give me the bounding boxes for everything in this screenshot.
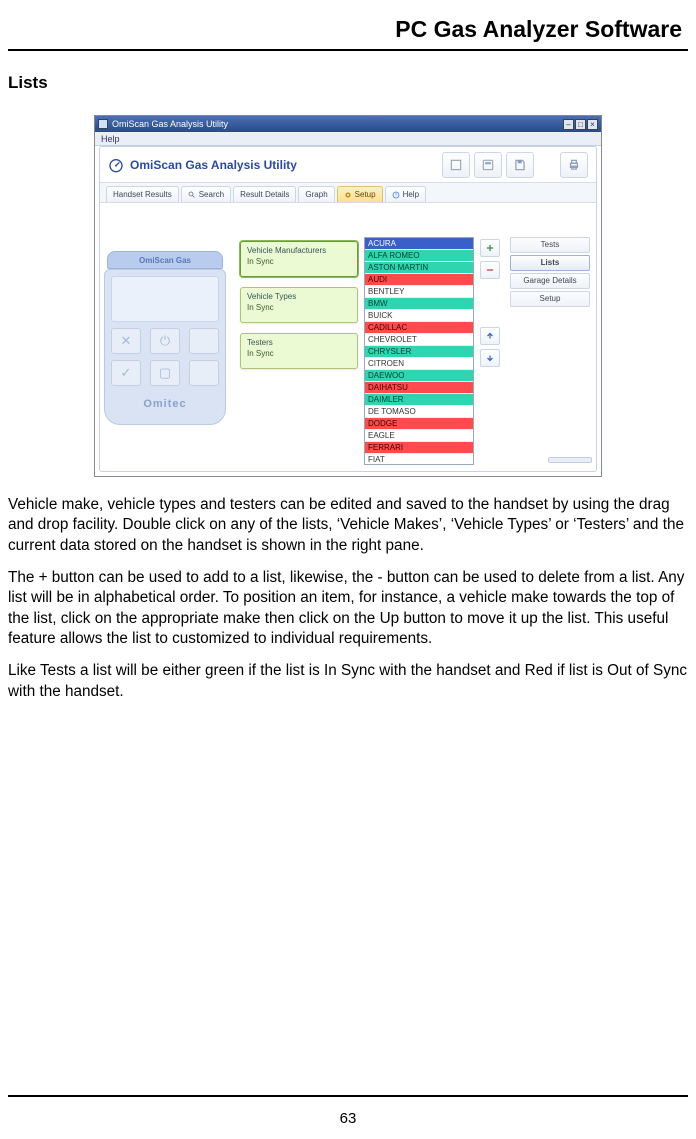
paragraph-1: Vehicle make, vehicle types and testers … — [8, 495, 688, 556]
section-heading: Lists — [8, 73, 688, 93]
card-title: Testers — [247, 338, 351, 347]
add-button[interactable] — [480, 239, 500, 257]
list-item[interactable]: CITROEN — [365, 358, 473, 370]
list-item[interactable]: DE TOMASO — [365, 406, 473, 418]
gauge-icon — [108, 157, 124, 173]
tab-graph[interactable]: Graph — [298, 186, 334, 202]
list-item[interactable]: BENTLEY — [365, 286, 473, 298]
app-window: OmiScan Gas Analysis Utility – □ × Help … — [94, 115, 602, 477]
page-number: 63 — [0, 1110, 696, 1127]
svg-text:?: ? — [394, 192, 397, 197]
list-item[interactable]: BUICK — [365, 310, 473, 322]
tab-bar: Handset Results Search Result Details Gr… — [100, 183, 596, 203]
side-tab-pane: Tests Lists Garage Details Setup — [510, 237, 590, 465]
list-item[interactable]: FIAT — [365, 454, 473, 465]
device-check-button: ✓ — [111, 360, 141, 386]
help-icon: ? — [392, 191, 400, 199]
tab-handset-results[interactable]: Handset Results — [106, 186, 179, 202]
window-titlebar: OmiScan Gas Analysis Utility – □ × — [95, 116, 601, 132]
paragraph-3: Like Tests a list will be either green i… — [8, 661, 688, 702]
category-pane: Vehicle Manufacturers In Sync Vehicle Ty… — [240, 237, 358, 465]
page-title: PC Gas Analyzer Software — [8, 12, 688, 43]
window-buttons: – □ × — [563, 119, 598, 130]
window-title: OmiScan Gas Analysis Utility — [112, 119, 563, 129]
card-status: In Sync — [247, 349, 351, 358]
content-area: OmiScan Gas ✕ ⏻ ✓ ▢ — [106, 237, 590, 465]
side-tab-setup[interactable]: Setup — [510, 291, 590, 307]
app-header-title: OmiScan Gas Analysis Utility — [130, 158, 438, 172]
side-tab-tests[interactable]: Tests — [510, 237, 590, 253]
list-item[interactable]: CADILLAC — [365, 322, 473, 334]
search-icon — [188, 191, 196, 199]
list-item[interactable]: EAGLE — [365, 430, 473, 442]
list-item[interactable]: ALFA ROMEO — [365, 250, 473, 262]
device-brand: Omitec — [111, 398, 219, 410]
screenshot-figure: OmiScan Gas Analysis Utility – □ × Help … — [94, 115, 602, 477]
tab-setup[interactable]: Setup — [337, 186, 383, 202]
paragraph-2: The + button can be used to add to a lis… — [8, 568, 688, 649]
side-tab-lists[interactable]: Lists — [510, 255, 590, 271]
card-status: In Sync — [247, 257, 351, 266]
divider-bottom — [8, 1095, 688, 1097]
device-blank-button-2 — [189, 360, 219, 386]
list-pane[interactable]: ACURA ALFA ROMEO ASTON MARTIN AUDI BENTL… — [364, 237, 474, 465]
save-button[interactable] — [506, 152, 534, 178]
card-vehicle-types[interactable]: Vehicle Types In Sync — [240, 287, 358, 323]
device-screen — [111, 276, 219, 322]
device-pane: OmiScan Gas ✕ ⏻ ✓ ▢ — [106, 237, 234, 465]
tab-help[interactable]: ?Help — [385, 186, 426, 202]
menu-bar: Help — [95, 132, 601, 146]
tab-result-details[interactable]: Result Details — [233, 186, 296, 202]
app-header: OmiScan Gas Analysis Utility — [100, 147, 596, 183]
card-vehicle-manufacturers[interactable]: Vehicle Manufacturers In Sync — [240, 241, 358, 277]
list-item[interactable]: DAEWOO — [365, 370, 473, 382]
device-blank-button-1 — [189, 328, 219, 354]
print-button[interactable] — [560, 152, 588, 178]
move-down-button[interactable] — [480, 349, 500, 367]
app-client-area: OmiScan Gas Analysis Utility Handset Res… — [99, 146, 597, 472]
device-illustration: OmiScan Gas ✕ ⏻ ✓ ▢ — [104, 251, 226, 425]
gear-icon — [344, 191, 352, 199]
toolbar-btn-2[interactable] — [474, 152, 502, 178]
card-testers[interactable]: Testers In Sync — [240, 333, 358, 369]
list-item[interactable]: CHRYSLER — [365, 346, 473, 358]
card-status: In Sync — [247, 303, 351, 312]
device-label: OmiScan Gas — [107, 251, 223, 269]
tab-search[interactable]: Search — [181, 186, 231, 202]
side-tab-garage-details[interactable]: Garage Details — [510, 273, 590, 289]
list-item[interactable]: ACURA — [365, 238, 473, 250]
menu-help[interactable]: Help — [101, 134, 120, 144]
list-controls — [480, 237, 502, 465]
list-item[interactable]: CHEVROLET — [365, 334, 473, 346]
move-up-button[interactable] — [480, 327, 500, 345]
app-icon — [98, 119, 108, 129]
list-item[interactable]: ASTON MARTIN — [365, 262, 473, 274]
divider-top — [8, 49, 688, 51]
device-doc-button: ▢ — [150, 360, 180, 386]
device-x-button: ✕ — [111, 328, 141, 354]
h-scrollbar[interactable] — [548, 457, 592, 463]
card-title: Vehicle Manufacturers — [247, 246, 351, 255]
device-power-button: ⏻ — [150, 328, 180, 354]
minimize-button[interactable]: – — [563, 119, 574, 130]
list-item[interactable]: FERRARI — [365, 442, 473, 454]
maximize-button[interactable]: □ — [575, 119, 586, 130]
list-item[interactable]: DAIHATSU — [365, 382, 473, 394]
toolbar-btn-1[interactable] — [442, 152, 470, 178]
list-item[interactable]: DAIMLER — [365, 394, 473, 406]
card-title: Vehicle Types — [247, 292, 351, 301]
list-item[interactable]: BMW — [365, 298, 473, 310]
remove-button[interactable] — [480, 261, 500, 279]
list-item[interactable]: DODGE — [365, 418, 473, 430]
close-button[interactable]: × — [587, 119, 598, 130]
list-item[interactable]: AUDI — [365, 274, 473, 286]
